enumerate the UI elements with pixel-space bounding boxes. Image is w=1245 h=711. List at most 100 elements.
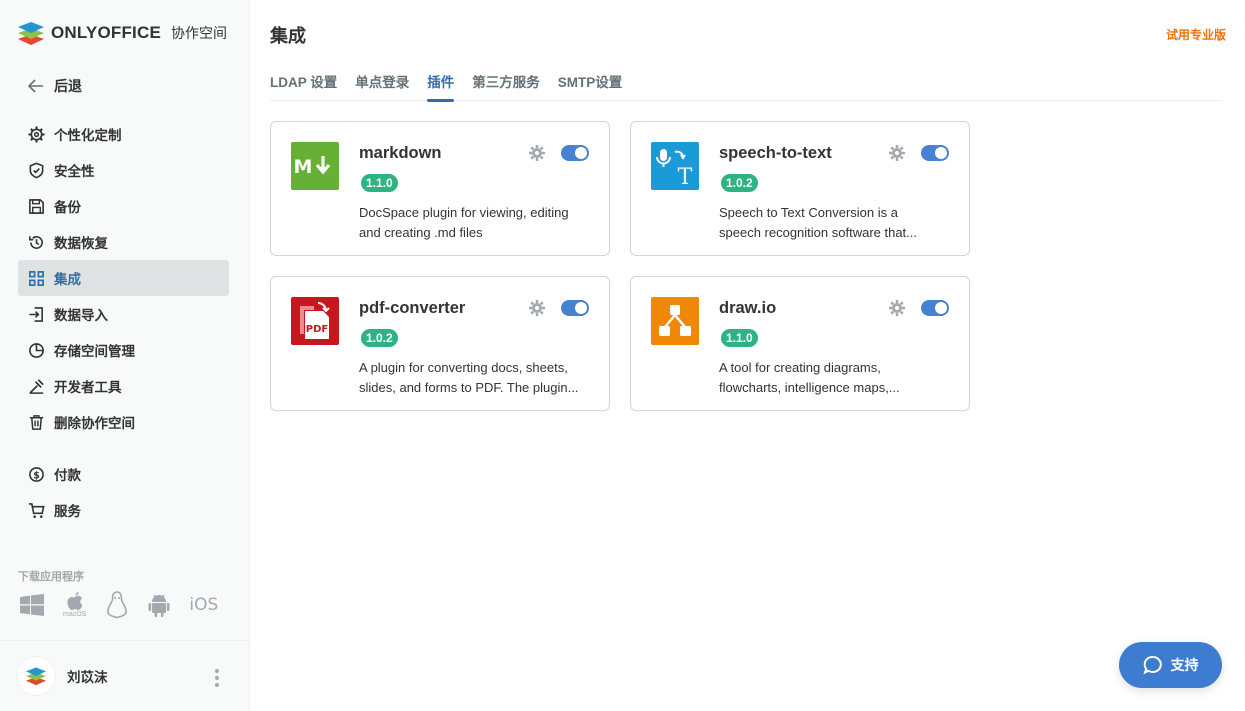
plugin-name: speech-to-text	[719, 144, 832, 162]
sidebar-item-security[interactable]: 安全性	[18, 152, 229, 188]
logo-subtitle: 协作空间	[171, 25, 227, 41]
tab-smtp[interactable]: SMTP设置	[558, 70, 623, 101]
plugin-description-line: Speech to Text Conversion is a	[719, 205, 898, 220]
windows-icon	[20, 594, 44, 616]
plugin-enable-toggle[interactable]	[921, 300, 949, 316]
logo-text: ONLYOFFICE	[51, 23, 161, 42]
support-button[interactable]: 支持	[1119, 642, 1222, 688]
tab-sso[interactable]: 单点登录	[355, 70, 409, 101]
speech-to-text-icon: T	[651, 142, 699, 190]
sidebar-item-services[interactable]: 服务	[18, 492, 229, 528]
pdf-icon-label: PDF	[306, 324, 328, 335]
sidebar-item-storage[interactable]: 存储空间管理	[18, 332, 229, 368]
profile-name: 刘苡沫	[67, 670, 108, 685]
sidebar-item-label: 数据恢复	[54, 236, 108, 251]
pdf-converter-icon: PDF	[291, 297, 339, 345]
ios-app-link[interactable]: iOS	[189, 590, 218, 620]
onlyoffice-logo-icon	[18, 22, 44, 45]
plugin-enable-toggle[interactable]	[921, 145, 949, 161]
sidebar-item-delete-space[interactable]: 删除协作空间	[18, 404, 229, 440]
trash-icon	[29, 414, 44, 430]
plugin-name: markdown	[359, 144, 442, 162]
shield-icon	[29, 162, 44, 178]
settings-gear-icon[interactable]	[528, 299, 546, 317]
plugin-description-line: A plugin for converting docs, sheets,	[359, 360, 568, 375]
chat-bubble-icon	[1142, 655, 1162, 675]
sidebar-item-developer-tools[interactable]: 开发者工具	[18, 368, 229, 404]
save-icon	[29, 198, 44, 214]
settings-gear-icon[interactable]	[528, 144, 546, 162]
plugin-description-line: speech recognition software that...	[719, 225, 918, 240]
plugin-description-line: and creating .md files	[359, 225, 483, 240]
plugin-card-speech-to-text: T speech-to-text 1.0.2 Speech to Text Co…	[630, 121, 970, 256]
logo[interactable]: ONLYOFFICE 协作空间	[17, 20, 227, 46]
page-title: 集成	[270, 26, 306, 46]
sidebar-item-integration[interactable]: 集成	[18, 260, 229, 296]
tab-ldap[interactable]: LDAP 设置	[270, 70, 337, 101]
sidebar-item-label: 安全性	[54, 164, 95, 179]
plugin-description: DocSpace plugin for viewing, editing and…	[359, 203, 599, 243]
android-icon	[148, 594, 170, 617]
support-label: 支持	[1170, 657, 1199, 673]
sidebar-item-label: 个性化定制	[54, 128, 122, 143]
tools-icon	[29, 378, 44, 394]
macos-app-link[interactable]: macOS	[63, 590, 86, 620]
svg-text:$: $	[33, 470, 40, 481]
dollar-icon: $	[29, 466, 44, 482]
tab-third-party[interactable]: 第三方服务	[472, 70, 540, 101]
sidebar-item-import[interactable]: 数据导入	[18, 296, 229, 332]
profile-menu-icon[interactable]	[215, 669, 219, 690]
onlyoffice-avatar-icon	[26, 667, 46, 686]
plugin-card-markdown: M markdown 1.1.0 DocSpace plugin for vie…	[270, 121, 610, 256]
integration-tabs: LDAP 设置 单点登录 插件 第三方服务 SMTP设置	[270, 70, 1222, 102]
sidebar-item-backup[interactable]: 备份	[18, 188, 229, 224]
plugin-description-line: slides, and forms to PDF. The plugin...	[359, 380, 579, 395]
tab-plugins[interactable]: 插件	[427, 70, 455, 102]
plugin-description-line: flowcharts, intelligence maps,...	[719, 380, 900, 395]
plugin-version-badge: 1.0.2	[361, 329, 398, 347]
plugin-card-drawio: draw.io 1.1.0 A tool for creating diagra…	[630, 276, 970, 411]
plugin-description-line: DocSpace plugin for viewing, editing	[359, 205, 569, 220]
sidebar-item-label: 集成	[54, 272, 81, 287]
plugin-enable-toggle[interactable]	[561, 145, 589, 161]
windows-app-link[interactable]	[20, 590, 44, 620]
sidebar-item-label: 开发者工具	[54, 380, 122, 395]
plugin-version-badge: 1.1.0	[361, 174, 398, 192]
plugin-enable-toggle[interactable]	[561, 300, 589, 316]
gear-icon	[28, 125, 45, 143]
settings-nav: 个性化定制 安全性 备份 数据恢复 集成 数据导入 存储空间管理 开发者工具 删…	[18, 116, 229, 440]
sidebar-item-restore[interactable]: 数据恢复	[18, 224, 229, 260]
svg-text:M: M	[294, 156, 313, 178]
plugin-name: draw.io	[719, 299, 777, 317]
back-label: 后退	[54, 78, 82, 94]
plugin-description: A tool for creating diagrams, flowcharts…	[719, 358, 959, 398]
user-profile[interactable]: 刘苡沫	[0, 640, 249, 711]
linux-icon	[107, 591, 128, 619]
download-apps-label: 下载应用程序	[18, 571, 84, 583]
sidebar-item-label: 备份	[54, 200, 81, 215]
pie-chart-icon	[29, 342, 44, 358]
plugin-card-pdf-converter: PDF pdf-converter 1.0.2 A plugin for con…	[270, 276, 610, 411]
history-icon	[29, 235, 43, 249]
ios-label: iOS	[189, 595, 219, 615]
sidebar-item-label: 删除协作空间	[54, 416, 135, 431]
sidebar-item-label: 存储空间管理	[54, 344, 135, 359]
sidebar-item-customization[interactable]: 个性化定制	[18, 116, 229, 152]
settings-gear-icon[interactable]	[888, 144, 906, 162]
linux-app-link[interactable]	[105, 590, 129, 620]
grid-icon	[29, 270, 44, 286]
apple-icon	[67, 591, 83, 610]
import-icon	[29, 306, 43, 322]
sidebar-item-payments[interactable]: $ 付款	[18, 456, 229, 492]
sidebar-item-label: 付款	[54, 468, 81, 483]
back-button[interactable]: 后退	[28, 76, 82, 96]
billing-nav: $ 付款 服务	[18, 456, 229, 528]
cart-icon	[28, 502, 45, 518]
sidebar-item-label: 数据导入	[54, 308, 108, 323]
avatar[interactable]	[17, 657, 55, 695]
sidebar: ONLYOFFICE 协作空间 后退 个性化定制 安全性 备份 数据恢复 集成	[0, 0, 250, 711]
settings-gear-icon[interactable]	[888, 299, 906, 317]
trial-link[interactable]: 试用专业版	[1166, 26, 1226, 43]
plugin-description-line: A tool for creating diagrams,	[719, 360, 881, 375]
android-app-link[interactable]	[148, 590, 170, 620]
